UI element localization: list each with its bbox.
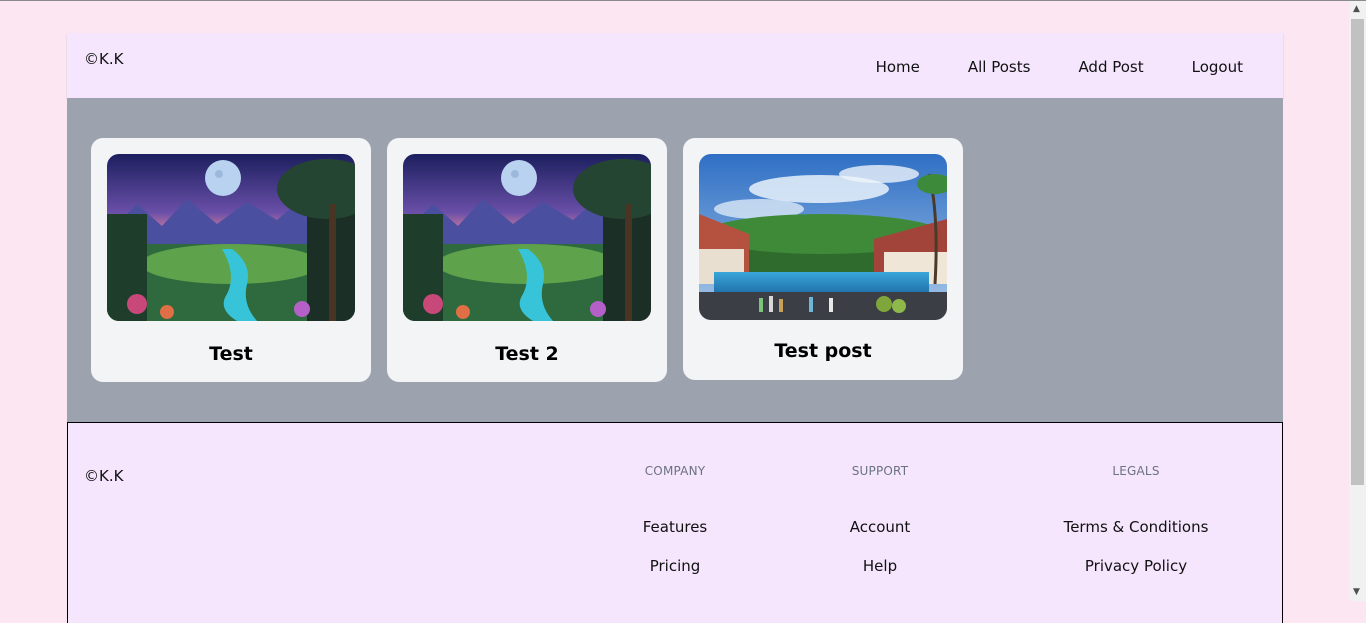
brand-logo[interactable]: ©K.K — [84, 50, 123, 68]
footer: ©K.K COMPANY Features Pricing SUPPORT Ac… — [67, 422, 1283, 623]
footer-link-terms[interactable]: Terms & Conditions — [1046, 518, 1226, 536]
navbar: ©K.K Home All Posts Add Post Logout — [67, 33, 1283, 98]
post-card[interactable]: Test post — [683, 138, 963, 380]
post-card[interactable]: Test 2 — [387, 138, 667, 382]
nav-all-posts[interactable]: All Posts — [968, 58, 1031, 76]
footer-col-support: SUPPORT Account Help — [830, 464, 930, 575]
nav-add-post[interactable]: Add Post — [1078, 58, 1143, 76]
footer-link-account[interactable]: Account — [830, 518, 930, 536]
post-title: Test — [209, 343, 253, 365]
post-title: Test 2 — [495, 343, 559, 365]
post-image-fantasy — [403, 154, 651, 321]
scroll-down-icon[interactable]: ▼ — [1353, 587, 1360, 597]
scrollbar-thumb[interactable] — [1351, 19, 1364, 485]
scroll-up-icon[interactable]: ▲ — [1353, 4, 1360, 14]
vertical-scrollbar[interactable]: ▲ ▼ — [1349, 1, 1366, 601]
post-image-resort — [699, 154, 947, 320]
footer-col-legals: LEGALS Terms & Conditions Privacy Policy — [1046, 464, 1226, 575]
post-card[interactable]: Test — [91, 138, 371, 382]
nav-logout[interactable]: Logout — [1192, 58, 1243, 76]
footer-link-help[interactable]: Help — [830, 557, 930, 575]
page: ©K.K Home All Posts Add Post Logout Test… — [67, 33, 1283, 623]
footer-heading: LEGALS — [1112, 464, 1160, 478]
footer-col-company: COMPANY Features Pricing — [625, 464, 725, 575]
posts-grid: Test Test 2 Test post — [67, 98, 1283, 422]
footer-link-features[interactable]: Features — [625, 518, 725, 536]
footer-brand: ©K.K — [84, 467, 124, 485]
footer-heading: SUPPORT — [851, 464, 909, 478]
footer-heading: COMPANY — [644, 464, 706, 478]
footer-link-privacy[interactable]: Privacy Policy — [1046, 557, 1226, 575]
post-image-fantasy — [107, 154, 355, 321]
post-title: Test post — [774, 340, 872, 362]
nav-home[interactable]: Home — [876, 58, 920, 76]
footer-link-pricing[interactable]: Pricing — [625, 557, 725, 575]
main-nav: Home All Posts Add Post Logout — [876, 58, 1243, 76]
